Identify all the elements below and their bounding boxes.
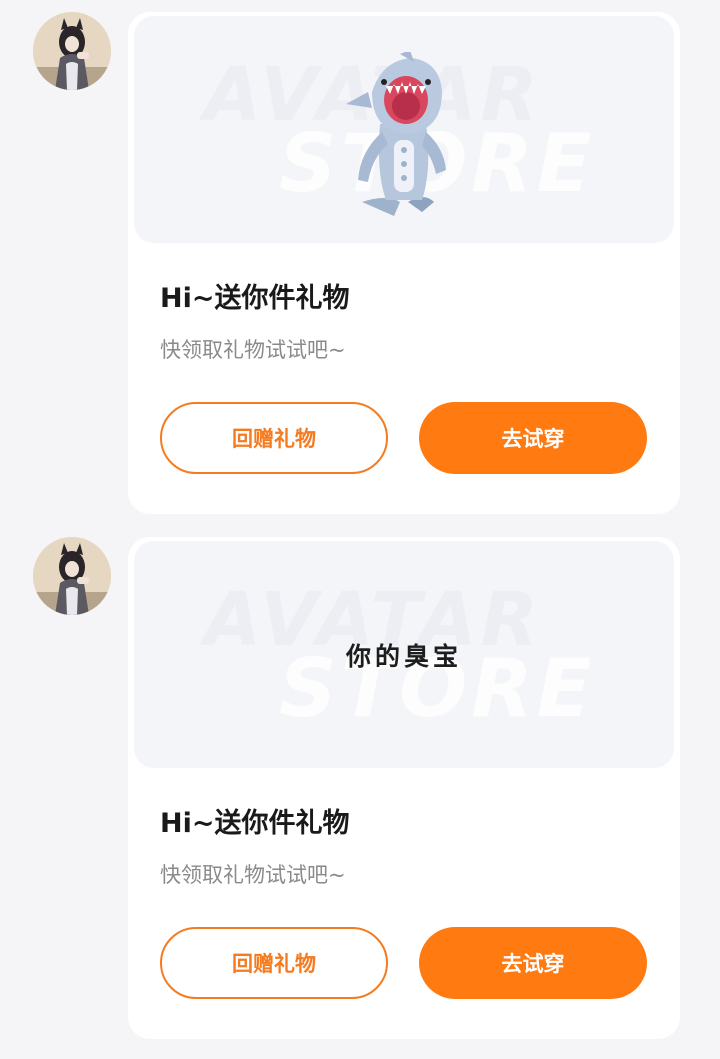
sticker-text: 你的臭宝 <box>345 642 462 671</box>
user-avatar[interactable] <box>33 537 111 615</box>
avatar-image <box>33 12 111 90</box>
user-avatar[interactable] <box>33 12 111 90</box>
gift-preview[interactable]: AVATAR STORE <box>134 16 674 243</box>
gift-subtitle: 快领取礼物试试吧~ <box>160 863 346 887</box>
gift-title: Hi~送你件礼物 <box>160 808 350 839</box>
try-on-button[interactable]: 去试穿 <box>419 402 647 474</box>
return-gift-button[interactable]: 回赠礼物 <box>160 927 388 999</box>
gift-subtitle: 快领取礼物试试吧~ <box>160 338 346 362</box>
try-on-button[interactable]: 去试穿 <box>419 927 647 999</box>
return-gift-button[interactable]: 回赠礼物 <box>160 402 388 474</box>
gift-preview[interactable]: AVATAR STORE 你的臭宝 <box>134 541 674 768</box>
gift-card: AVATAR STORE 你的臭宝 Hi~送你件礼物 快领取礼物试试吧~ 回赠礼… <box>128 537 680 1039</box>
gift-title: Hi~送你件礼物 <box>160 283 350 314</box>
shark-costume-icon <box>346 52 446 216</box>
gift-card: AVATAR STORE Hi~送你 <box>128 12 680 514</box>
avatar-image <box>33 537 111 615</box>
